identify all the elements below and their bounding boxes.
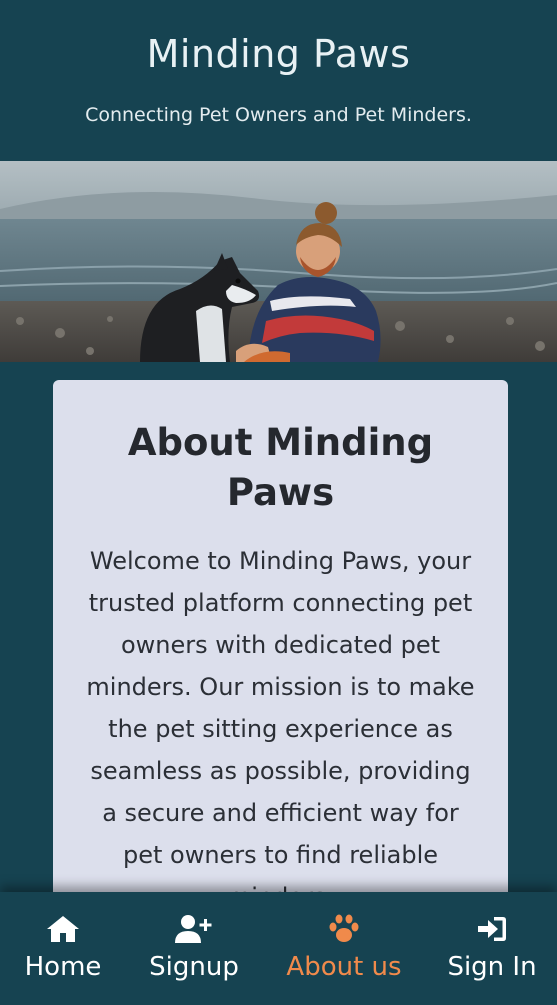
nav-label-signup: Signup bbox=[149, 952, 239, 982]
about-title: About Minding Paws bbox=[127, 421, 434, 514]
nav-item-about[interactable]: About us bbox=[282, 892, 406, 1005]
nav-label-about: About us bbox=[286, 952, 402, 982]
about-text: Welcome to Minding Paws, your trusted pl… bbox=[86, 547, 475, 911]
hero-photo bbox=[0, 161, 557, 362]
bottom-nav: Home Signup About us Sign In bbox=[0, 892, 557, 1005]
paw-icon bbox=[328, 914, 360, 944]
site-title[interactable]: Minding Paws bbox=[0, 32, 557, 76]
hero-image bbox=[0, 161, 557, 362]
nav-item-signin[interactable]: Sign In bbox=[444, 892, 540, 1005]
home-icon bbox=[46, 914, 80, 944]
nav-item-signup[interactable]: Signup bbox=[146, 892, 242, 1005]
nav-item-home[interactable]: Home bbox=[18, 892, 108, 1005]
sign-in-icon bbox=[476, 914, 508, 944]
site-header: Minding Paws Connecting Pet Owners and P… bbox=[0, 0, 557, 161]
about-card: About Minding Paws Welcome to Minding Pa… bbox=[53, 380, 508, 940]
user-plus-icon bbox=[175, 914, 213, 944]
nav-label-home: Home bbox=[24, 952, 102, 982]
site-tagline: Connecting Pet Owners and Pet Minders. bbox=[85, 104, 472, 126]
nav-label-signin: Sign In bbox=[447, 952, 537, 982]
